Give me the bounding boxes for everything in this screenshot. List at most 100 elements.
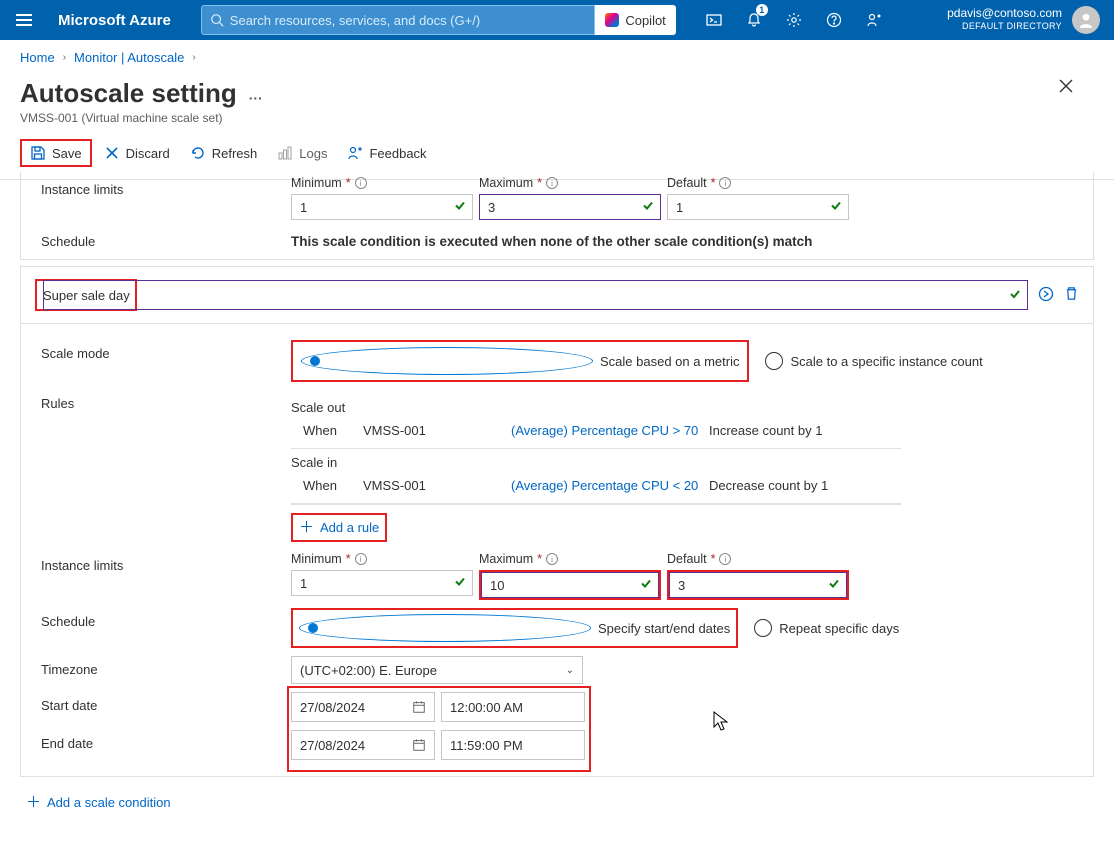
help-button[interactable] xyxy=(814,0,854,40)
person-feedback-icon xyxy=(866,12,882,28)
close-blade-button[interactable] xyxy=(1058,78,1074,97)
person-feedback-icon xyxy=(347,145,363,161)
add-rule-button[interactable]: ＋ Add a rule xyxy=(293,515,385,540)
chevron-down-icon: ⌄ xyxy=(566,665,574,676)
account-directory: DEFAULT DIRECTORY xyxy=(947,20,1062,33)
start-date-input[interactable]: 27/08/2024 xyxy=(291,692,435,722)
rule-condition-link[interactable]: (Average) Percentage CPU < 20 xyxy=(511,478,709,493)
feedback-toolbar-button[interactable]: Feedback xyxy=(339,141,434,165)
cond2-max-input[interactable]: 10 xyxy=(481,572,659,598)
notifications-button[interactable]: 1 xyxy=(734,0,774,40)
gear-icon xyxy=(786,12,802,28)
chevron-right-icon: › xyxy=(192,52,195,63)
cloud-shell-button[interactable] xyxy=(694,0,734,40)
blade-content[interactable]: Instance limits Minimum * i 1 Maximum * … xyxy=(0,172,1114,844)
info-icon[interactable]: i xyxy=(719,177,731,189)
cond2-default-input[interactable]: 3 xyxy=(669,572,847,598)
label-timezone: Timezone xyxy=(21,656,291,683)
hamburger-icon xyxy=(16,14,32,26)
radio-icon xyxy=(765,352,783,370)
scale-in-heading: Scale in xyxy=(291,449,901,474)
account-area[interactable]: pdavis@contoso.com DEFAULT DIRECTORY xyxy=(947,6,1110,34)
label-schedule: Schedule xyxy=(21,228,291,255)
scale-out-heading: Scale out xyxy=(291,394,901,419)
cloud-shell-icon xyxy=(706,12,722,28)
trash-icon xyxy=(1064,286,1079,301)
default-default-input[interactable]: 1 xyxy=(667,194,849,220)
check-icon xyxy=(830,200,842,212)
check-icon xyxy=(1009,288,1021,300)
brand-label: Microsoft Azure xyxy=(44,12,201,29)
calendar-icon xyxy=(412,738,426,752)
label-instance-limits: Instance limits xyxy=(21,176,291,203)
scale-condition-card: Super sale day Scale mode Scale b xyxy=(20,266,1094,777)
more-actions-button[interactable]: ··· xyxy=(249,90,263,106)
info-icon[interactable]: i xyxy=(546,177,558,189)
rule-row: When VMSS-001 (Average) Percentage CPU >… xyxy=(291,419,901,449)
end-time-input[interactable]: 11:59:00 PM xyxy=(441,730,585,760)
start-time-input[interactable]: 12:00:00 AM xyxy=(441,692,585,722)
info-icon[interactable]: i xyxy=(719,553,731,565)
refresh-icon xyxy=(190,145,206,161)
hamburger-button[interactable] xyxy=(4,0,44,40)
default-schedule-text: This scale condition is executed when no… xyxy=(291,228,1093,255)
discard-icon xyxy=(104,145,120,161)
refresh-button[interactable]: Refresh xyxy=(182,141,266,165)
top-icon-group: 1 xyxy=(694,0,894,40)
timezone-select[interactable]: (UTC+02:00) E. Europe ⌄ xyxy=(291,656,583,684)
save-icon xyxy=(30,145,46,161)
notification-badge: 1 xyxy=(756,4,768,16)
search-placeholder: Search resources, services, and docs (G+… xyxy=(230,13,480,28)
save-button[interactable]: Save xyxy=(22,141,90,165)
settings-button[interactable] xyxy=(774,0,814,40)
rule-condition-link[interactable]: (Average) Percentage CPU > 70 xyxy=(511,423,709,438)
info-icon[interactable]: i xyxy=(355,177,367,189)
info-icon[interactable]: i xyxy=(355,553,367,565)
default-max-input[interactable]: 3 xyxy=(479,194,661,220)
blade-header: Autoscale setting ··· VMSS-001 (Virtual … xyxy=(0,74,1114,135)
label-rules: Rules xyxy=(21,390,291,417)
delete-condition-button[interactable] xyxy=(1064,286,1079,304)
radio-repeat-days[interactable]: Repeat specific days xyxy=(754,619,899,637)
page-subtitle: VMSS-001 (Virtual machine scale set) xyxy=(20,111,1094,125)
logs-icon xyxy=(277,145,293,161)
copilot-button[interactable]: Copilot xyxy=(595,5,675,35)
logs-button[interactable]: Logs xyxy=(269,141,335,165)
radio-selected-icon xyxy=(301,347,593,375)
radio-scale-metric[interactable]: Scale based on a metric xyxy=(301,347,739,375)
radio-scale-count[interactable]: Scale to a specific instance count xyxy=(765,352,982,370)
copilot-icon xyxy=(605,13,619,27)
radio-icon xyxy=(754,619,772,637)
help-icon xyxy=(826,12,842,28)
check-icon xyxy=(454,576,466,588)
avatar-icon xyxy=(1077,11,1095,29)
search-icon xyxy=(210,13,224,27)
radio-specify-dates[interactable]: Specify start/end dates xyxy=(299,614,730,642)
feedback-button[interactable] xyxy=(854,0,894,40)
end-date-input[interactable]: 27/08/2024 xyxy=(291,730,435,760)
global-search[interactable]: Search resources, services, and docs (G+… xyxy=(201,5,676,35)
discard-button[interactable]: Discard xyxy=(96,141,178,165)
info-icon[interactable]: i xyxy=(546,553,558,565)
radio-selected-icon xyxy=(299,614,591,642)
label-start-date: Start date xyxy=(21,692,291,719)
crumb-home[interactable]: Home xyxy=(20,50,55,65)
default-min-input[interactable]: 1 xyxy=(291,194,473,220)
arrow-enter-icon xyxy=(1038,286,1054,302)
check-icon xyxy=(642,200,654,212)
label-instance-limits: Instance limits xyxy=(21,552,291,579)
condition-name-input[interactable] xyxy=(43,280,1028,310)
close-icon xyxy=(1058,78,1074,94)
check-icon xyxy=(454,200,466,212)
calendar-icon xyxy=(412,700,426,714)
crumb-monitor[interactable]: Monitor | Autoscale xyxy=(74,50,184,65)
check-icon xyxy=(640,578,652,590)
page-title: Autoscale setting xyxy=(20,78,237,109)
label-end-date: End date xyxy=(21,730,291,757)
chevron-right-icon: › xyxy=(63,52,66,63)
add-scale-condition-button[interactable]: ＋ Add a scale condition xyxy=(20,783,1094,826)
check-icon xyxy=(828,578,840,590)
default-condition-card: Instance limits Minimum * i 1 Maximum * … xyxy=(20,172,1094,260)
apply-name-button[interactable] xyxy=(1038,286,1054,305)
cond2-min-input[interactable]: 1 xyxy=(291,570,473,596)
